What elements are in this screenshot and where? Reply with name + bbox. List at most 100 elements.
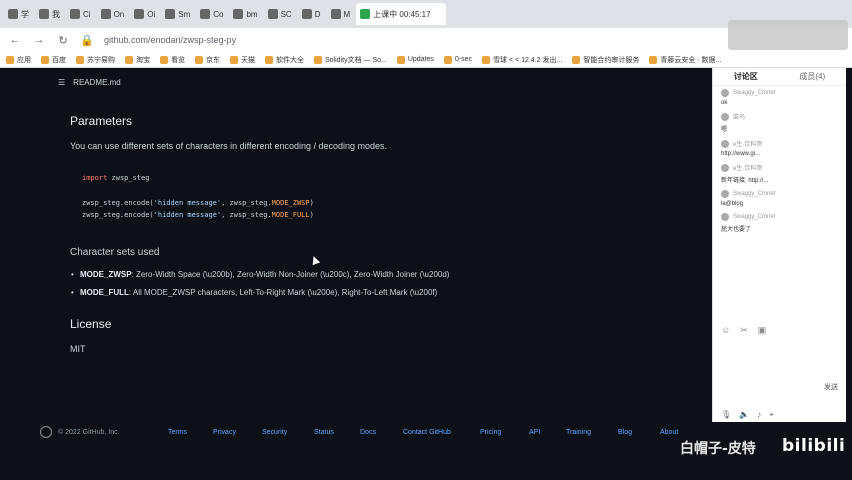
bookmark-icon xyxy=(76,55,84,64)
code-line-1: import zwsp_steg xyxy=(82,174,150,182)
footer-link-docs[interactable]: Docs xyxy=(360,429,376,436)
code-line-2: zwsp_steg.encode('hidden message', zwsp_… xyxy=(82,199,314,207)
footer-link-pricing[interactable]: Pricing xyxy=(480,429,501,436)
footer-link-privacy[interactable]: Privacy xyxy=(213,429,236,436)
chat-text: la@blog xyxy=(721,201,744,207)
browser-tab-bar: 学 我 Ci On Oi Sm Co bm SC D M 上课中 00:45:1… xyxy=(0,0,852,28)
browser-tab[interactable]: SC xyxy=(264,3,296,25)
footer-link-status[interactable]: Status xyxy=(314,429,334,436)
browser-tab[interactable]: Oi xyxy=(130,3,159,25)
charsets-heading: Character sets used xyxy=(70,247,160,258)
footer-link-security[interactable]: Security xyxy=(262,429,287,436)
favicon-icon xyxy=(8,9,18,19)
recording-icon xyxy=(360,9,371,19)
back-icon[interactable]: ← xyxy=(8,34,22,46)
chat-text: 屁大也要了 xyxy=(721,227,752,233)
bookmark-item[interactable]: Updates xyxy=(396,55,434,64)
chat-message: e生·饮料哥 http://www.gi... xyxy=(713,136,846,160)
bookmark-icon xyxy=(160,55,168,64)
github-logo-icon[interactable] xyxy=(40,426,52,438)
speaker-icon[interactable]: 🔈 xyxy=(739,410,749,420)
bookmark-item[interactable]: 0-sec xyxy=(443,55,472,64)
footer: © 2022 GitHub, Inc. xyxy=(40,426,120,438)
avatar xyxy=(721,89,729,97)
scissors-icon[interactable]: ✂ xyxy=(740,325,748,336)
chat-user: Swaggy_Cmnet xyxy=(733,191,776,197)
readme-filename: README.md xyxy=(73,78,121,87)
browser-tab[interactable]: On xyxy=(97,3,129,25)
chat-tools: ☺ ✂ ▣ xyxy=(721,325,766,336)
mouse-cursor-icon xyxy=(309,254,321,266)
bookmark-icon xyxy=(125,55,133,64)
footer-link-about[interactable]: About xyxy=(660,429,678,436)
chat-user: Swaggy_Cmnet xyxy=(733,90,776,96)
bookmark-item[interactable]: 苏宁易购 xyxy=(76,55,115,65)
parameters-text: You can use different sets of characters… xyxy=(70,141,388,151)
footer-link-terms[interactable]: Terms xyxy=(168,429,187,436)
avatar xyxy=(721,112,729,121)
browser-tab-active[interactable]: 上课中 00:45:17 xyxy=(356,3,447,25)
avatar xyxy=(721,190,729,198)
bookmark-item[interactable]: 智能合约审计服务 xyxy=(572,55,639,65)
browser-tab[interactable]: 我 xyxy=(35,3,64,25)
chat-text: ok xyxy=(721,100,728,106)
bookmark-item[interactable]: 应用 xyxy=(6,55,31,65)
favicon-icon xyxy=(267,9,278,19)
browser-tab[interactable]: M xyxy=(327,3,355,25)
favicon-icon xyxy=(39,9,49,19)
media-controls: 🎙 🔈 ♪ ⌖ xyxy=(721,410,774,420)
reload-icon[interactable]: ↻ xyxy=(56,34,70,47)
url-field[interactable]: github.com/enodari/zwsp-steg-py xyxy=(104,35,236,45)
bookmark-item[interactable]: 淘宝 xyxy=(125,55,150,65)
parameters-heading: Parameters xyxy=(70,114,133,128)
bookmark-icon xyxy=(572,55,581,64)
browser-tab[interactable]: D xyxy=(298,3,325,25)
bookmark-icon xyxy=(195,55,203,64)
chat-text: 新年链接: http://... xyxy=(721,178,769,184)
bookmark-item[interactable]: 看览 xyxy=(160,55,185,65)
bookmark-item[interactable]: 天猫 xyxy=(230,55,255,65)
copyright: © 2022 GitHub, Inc. xyxy=(58,428,120,436)
browser-tab[interactable]: bm xyxy=(229,3,261,25)
footer-link-contact[interactable]: Contact GitHub xyxy=(403,429,451,436)
chat-user: e生·饮料哥 xyxy=(733,166,763,172)
browser-tab[interactable]: Ci xyxy=(66,3,95,25)
bookmark-item[interactable]: 雪球 < < 12.4.2 发出... xyxy=(482,55,562,65)
favicon-icon xyxy=(330,9,341,19)
bookmark-item[interactable]: 软件大全 xyxy=(265,55,304,65)
tab-members[interactable]: 成员(4) xyxy=(799,71,825,82)
discussion-panel: 讨论区 成员(4) Swaggy_Cmnet ok 菜鸟 嗯 e生·饮料哥 ht… xyxy=(712,68,846,422)
browser-tab[interactable]: 学 xyxy=(4,3,33,25)
tab-discussion[interactable]: 讨论区 xyxy=(734,71,758,82)
footer-link-blog[interactable]: Blog xyxy=(618,429,632,436)
charset-list-item: MODE_FULL: All MODE_ZWSP characters, Lef… xyxy=(71,288,437,297)
charset-list-item: MODE_ZWSP: Zero-Width Space (\u200b), Ze… xyxy=(71,270,449,279)
browser-tab[interactable]: Sm xyxy=(161,3,194,25)
chat-message: Swaggy_Cmnet 屁大也要了 xyxy=(713,210,846,236)
avatar xyxy=(721,163,729,172)
send-button[interactable]: 发送 xyxy=(824,382,838,392)
bookmarks-bar: 应用 百度 苏宁易购 淘宝 看览 京东 天猫 软件大全 Solidity文档 —… xyxy=(0,52,852,68)
list-icon[interactable]: ☰ xyxy=(58,78,65,87)
bookmark-item[interactable]: 京东 xyxy=(195,55,220,65)
footer-link-training[interactable]: Training xyxy=(566,429,591,436)
location-icon[interactable]: ⌖ xyxy=(769,410,774,420)
forward-icon[interactable]: → xyxy=(32,34,46,46)
bookmark-item[interactable]: Solidity文档 — So... xyxy=(314,55,387,65)
footer-link-api[interactable]: API xyxy=(529,429,540,436)
avatar xyxy=(721,213,729,221)
emoji-icon[interactable]: ☺ xyxy=(721,325,730,336)
readme-content: ☰ README.md Parameters You can use diffe… xyxy=(0,68,712,480)
browser-tab[interactable]: Co xyxy=(196,3,227,25)
mic-icon[interactable]: 🎙 xyxy=(721,410,731,420)
chat-user: e生·饮料哥 xyxy=(733,142,763,148)
bookmark-icon xyxy=(396,55,405,64)
license-text: MIT xyxy=(70,344,86,354)
music-icon[interactable]: ♪ xyxy=(757,410,761,420)
favicon-icon xyxy=(301,9,312,19)
chat-text: 嗯 xyxy=(721,127,728,133)
bookmark-item[interactable]: 青藤云安全 · 数据... xyxy=(649,55,721,65)
favicon-icon xyxy=(200,9,211,19)
image-icon[interactable]: ▣ xyxy=(758,325,767,336)
bookmark-item[interactable]: 百度 xyxy=(41,55,66,65)
